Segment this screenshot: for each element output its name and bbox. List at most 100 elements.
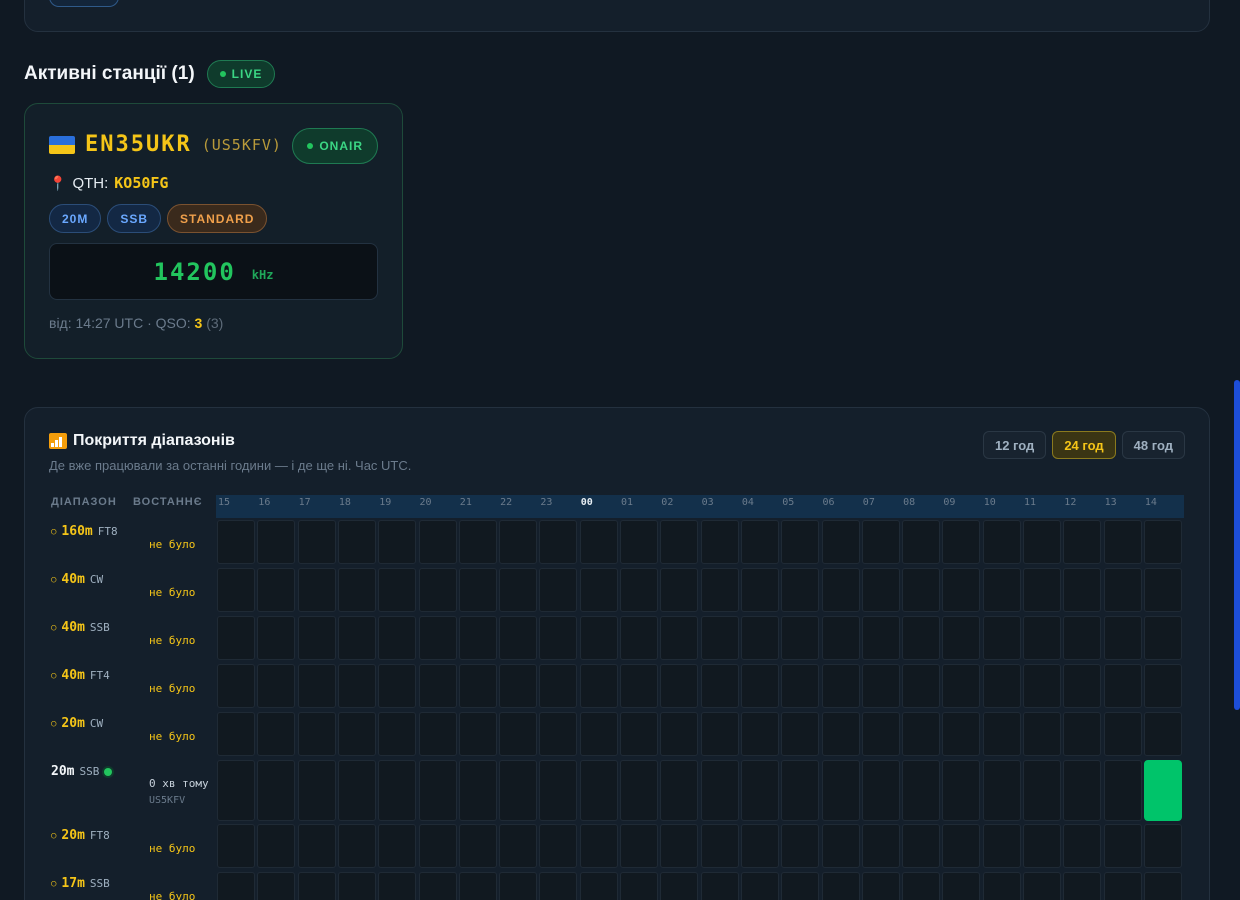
coverage-cell[interactable] [982,872,1021,900]
coverage-cell[interactable] [1143,760,1182,821]
coverage-cell[interactable] [1143,520,1182,564]
coverage-cell[interactable] [781,568,820,612]
station-card[interactable]: EN35UKR (US5KFV) ONAIR 📍 QTH: KO50FG 20M… [24,103,403,359]
coverage-cell[interactable] [539,824,578,868]
coverage-cell[interactable] [821,712,860,756]
coverage-cell[interactable] [337,568,376,612]
coverage-cell[interactable] [1143,824,1182,868]
coverage-cell[interactable] [821,872,860,900]
coverage-cell[interactable] [418,824,457,868]
coverage-cell[interactable] [1103,872,1142,900]
coverage-cell[interactable] [660,568,699,612]
coverage-cell[interactable] [660,616,699,660]
coverage-cell[interactable] [499,824,538,868]
coverage-cell[interactable] [499,616,538,660]
coverage-cell[interactable] [1143,712,1182,756]
coverage-cell[interactable] [1063,664,1102,708]
coverage-cell[interactable] [620,616,658,660]
coverage-cell[interactable] [982,664,1021,708]
coverage-cell[interactable] [297,568,336,612]
coverage-cell[interactable] [1023,520,1061,564]
coverage-cell[interactable] [1103,760,1142,821]
coverage-cell[interactable] [982,568,1021,612]
coverage-cell[interactable] [740,872,779,900]
coverage-cell[interactable] [257,824,296,868]
range-12h-button[interactable]: 12 год [982,431,1047,459]
coverage-cell[interactable] [700,664,739,708]
coverage-cell[interactable] [257,872,296,900]
coverage-cell[interactable] [539,616,578,660]
coverage-cell[interactable] [418,712,457,756]
coverage-cell[interactable] [257,712,296,756]
coverage-cell[interactable] [1023,760,1061,821]
coverage-cell[interactable] [297,616,336,660]
coverage-cell[interactable] [740,520,779,564]
coverage-cell[interactable] [1103,824,1142,868]
coverage-cell[interactable] [861,824,900,868]
coverage-cell[interactable] [740,664,779,708]
coverage-cell[interactable] [458,872,497,900]
range-24h-button[interactable]: 24 год [1052,431,1116,459]
coverage-cell[interactable] [902,520,941,564]
coverage-cell[interactable] [297,760,336,821]
coverage-cell[interactable] [620,760,658,821]
coverage-cell[interactable] [499,872,538,900]
coverage-cell[interactable] [942,520,981,564]
coverage-cell[interactable] [781,520,820,564]
coverage-cell[interactable] [217,712,255,756]
coverage-cell[interactable] [378,872,417,900]
coverage-cell[interactable] [499,520,538,564]
coverage-cell[interactable] [942,616,981,660]
coverage-cell[interactable] [821,568,860,612]
coverage-cell[interactable] [740,712,779,756]
coverage-cell[interactable] [982,824,1021,868]
coverage-cell[interactable] [660,760,699,821]
page-scrollbar[interactable] [1234,380,1240,710]
coverage-cell[interactable] [458,616,497,660]
coverage-cell[interactable] [982,712,1021,756]
coverage-cell[interactable] [1063,872,1102,900]
coverage-cell[interactable] [217,520,255,564]
coverage-cell[interactable] [942,872,981,900]
coverage-cell[interactable] [942,664,981,708]
coverage-cell[interactable] [539,568,578,612]
coverage-cell[interactable] [337,824,376,868]
coverage-cell[interactable] [902,664,941,708]
coverage-cell[interactable] [821,520,860,564]
coverage-cell[interactable] [902,616,941,660]
coverage-cell[interactable] [337,760,376,821]
coverage-cell[interactable] [579,824,618,868]
coverage-cell[interactable] [418,568,457,612]
coverage-cell[interactable] [620,664,658,708]
coverage-cell[interactable] [539,664,578,708]
coverage-cell[interactable] [458,712,497,756]
coverage-cell[interactable] [539,520,578,564]
coverage-cell[interactable] [579,568,618,612]
coverage-cell[interactable] [660,712,699,756]
coverage-cell[interactable] [337,664,376,708]
coverage-cell[interactable] [378,520,417,564]
coverage-cell[interactable] [1063,616,1102,660]
coverage-cell[interactable] [620,712,658,756]
coverage-cell[interactable] [458,568,497,612]
coverage-cell[interactable] [418,616,457,660]
coverage-cell[interactable] [257,664,296,708]
coverage-cell[interactable] [781,872,820,900]
coverage-cell[interactable] [217,568,255,612]
coverage-cell[interactable] [902,760,941,821]
coverage-cell[interactable] [539,760,578,821]
coverage-cell[interactable] [378,664,417,708]
coverage-cell[interactable] [337,616,376,660]
coverage-cell[interactable] [620,520,658,564]
coverage-cell[interactable] [740,760,779,821]
coverage-cell[interactable] [217,616,255,660]
coverage-cell[interactable] [579,520,618,564]
coverage-cell[interactable] [378,712,417,756]
coverage-cell[interactable] [418,872,457,900]
coverage-cell[interactable] [700,616,739,660]
coverage-cell[interactable] [942,568,981,612]
coverage-cell[interactable] [579,616,618,660]
coverage-cell[interactable] [297,712,336,756]
coverage-cell[interactable] [700,824,739,868]
coverage-cell[interactable] [337,872,376,900]
